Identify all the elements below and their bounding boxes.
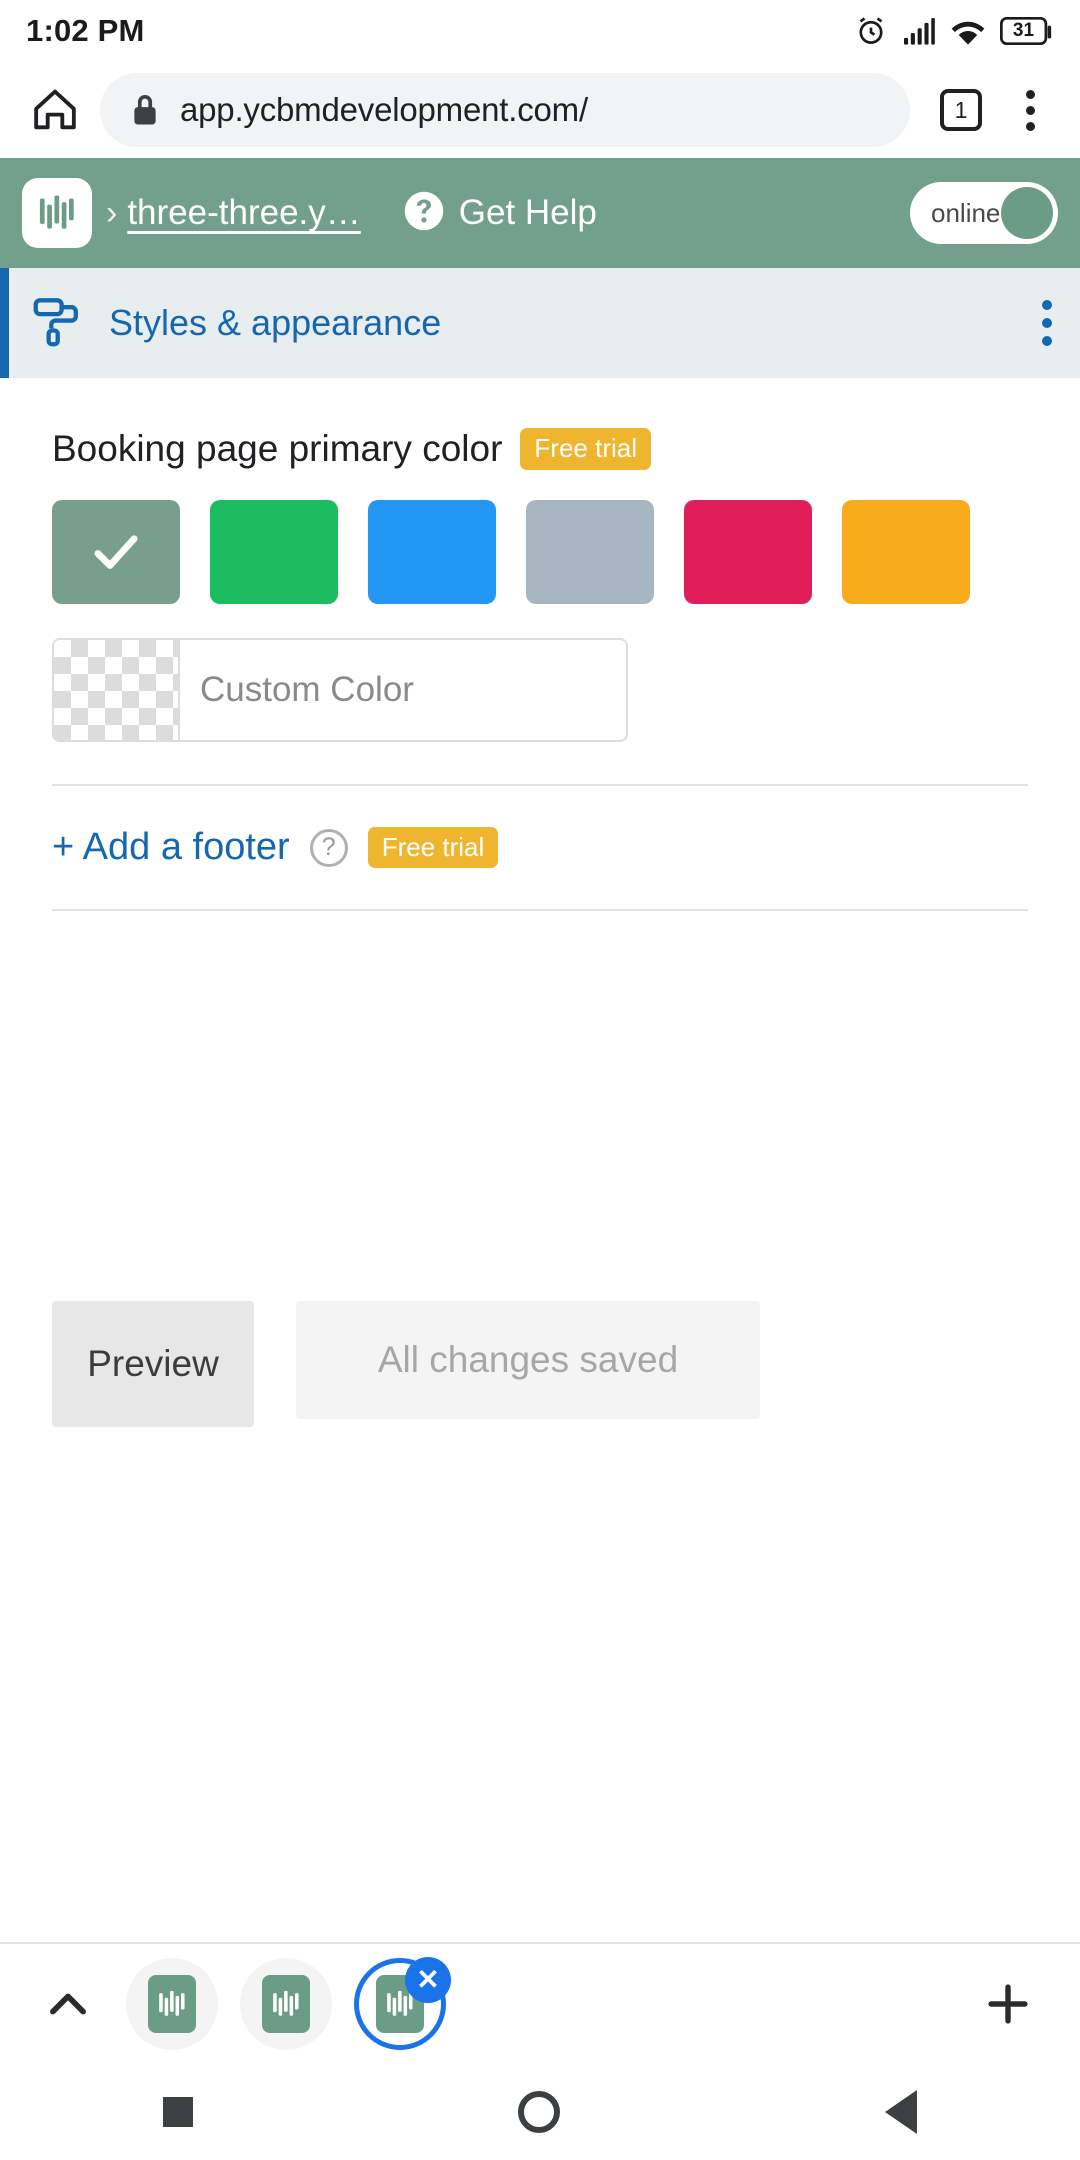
app-tabstrip: ✕ xyxy=(0,1942,1080,2064)
ycbm-logo-icon xyxy=(148,1975,196,2033)
add-footer-button[interactable]: + Add a footer xyxy=(52,826,290,869)
ycbm-logo-icon xyxy=(262,1975,310,2033)
color-swatch-sage-green[interactable] xyxy=(52,500,180,604)
lock-icon xyxy=(130,93,160,127)
tabstrip-tab-3[interactable]: ✕ xyxy=(354,1957,451,2050)
chevron-up-icon[interactable] xyxy=(32,1978,104,2030)
status-icon-group: 31 xyxy=(854,14,1054,48)
color-swatch-list[interactable] xyxy=(52,500,1028,604)
circle-home-icon[interactable] xyxy=(517,2091,560,2133)
online-status-toggle[interactable]: online xyxy=(910,182,1058,244)
cellular-signal-icon xyxy=(902,16,936,46)
add-footer-row: + Add a footer ? Free trial xyxy=(52,786,1028,909)
wifi-icon xyxy=(950,16,986,46)
question-mark-circle-icon[interactable]: ? xyxy=(309,828,348,867)
browser-toolbar: app.ycbmdevelopment.com/ 1 xyxy=(0,62,1080,158)
get-help-label: Get Help xyxy=(458,193,597,232)
paint-roller-icon xyxy=(31,293,87,354)
url-bar[interactable]: app.ycbmdevelopment.com/ xyxy=(100,73,910,147)
settings-content: Booking page primary color Free trial + … xyxy=(0,378,1080,911)
primary-color-label-row: Booking page primary color Free trial xyxy=(52,378,1028,470)
preview-button[interactable]: Preview xyxy=(52,1301,254,1427)
browser-menu-button[interactable] xyxy=(998,73,1062,147)
save-status-button: All changes saved xyxy=(296,1301,760,1419)
section-title: Styles & appearance xyxy=(109,302,442,343)
color-swatch-amber[interactable] xyxy=(842,500,970,604)
divider-bottom xyxy=(52,909,1028,911)
question-mark-icon xyxy=(403,190,445,237)
android-status-bar: 1:02 PM 31 xyxy=(0,0,1080,62)
transparency-checker-swatch[interactable] xyxy=(54,640,180,740)
battery-icon: 31 xyxy=(1000,16,1054,46)
plus-icon[interactable] xyxy=(968,1977,1048,2031)
color-swatch-slate-gray[interactable] xyxy=(526,500,654,604)
home-icon[interactable] xyxy=(18,73,92,147)
primary-color-label: Booking page primary color xyxy=(52,428,503,469)
status-time: 1:02 PM xyxy=(26,13,145,48)
section-menu-button[interactable] xyxy=(1042,300,1052,346)
custom-color-input[interactable] xyxy=(180,670,626,710)
status-badge: Free trial xyxy=(520,428,651,470)
breadcrumb-separator-icon: › xyxy=(106,193,118,232)
color-swatch-crimson[interactable] xyxy=(684,500,812,604)
section-header-styles-appearance[interactable]: Styles & appearance xyxy=(0,268,1080,378)
custom-color-field[interactable] xyxy=(52,638,628,742)
online-toggle-label: online xyxy=(931,197,1001,228)
check-icon xyxy=(94,535,138,569)
battery-percent: 31 xyxy=(1012,20,1035,41)
android-nav-bar xyxy=(0,2064,1080,2160)
triangle-back-icon[interactable] xyxy=(885,2090,918,2134)
tab-items: ✕ xyxy=(104,1957,451,2050)
color-swatch-green[interactable] xyxy=(210,500,338,604)
app-header: › three-three.y… Get Help online xyxy=(0,158,1080,268)
action-bar: Preview All changes saved xyxy=(0,1301,1080,1427)
tabstrip-tab-2[interactable] xyxy=(240,1958,332,2050)
status-badge: Free trial xyxy=(367,826,499,869)
tabstrip-tab-1[interactable] xyxy=(126,1958,218,2050)
breadcrumb-link[interactable]: three-three.y… xyxy=(127,193,360,233)
tab-count-label: 1 xyxy=(940,89,982,131)
close-icon[interactable]: ✕ xyxy=(405,1957,451,2003)
square-recents-icon[interactable] xyxy=(162,2097,193,2127)
url-text: app.ycbmdevelopment.com/ xyxy=(180,91,588,128)
tab-switcher-button[interactable]: 1 xyxy=(924,73,998,147)
color-swatch-blue[interactable] xyxy=(368,500,496,604)
get-help-button[interactable]: Get Help xyxy=(403,190,597,237)
alarm-icon xyxy=(854,14,888,48)
ycbm-logo-icon[interactable] xyxy=(22,178,92,248)
toggle-knob xyxy=(1001,187,1053,239)
